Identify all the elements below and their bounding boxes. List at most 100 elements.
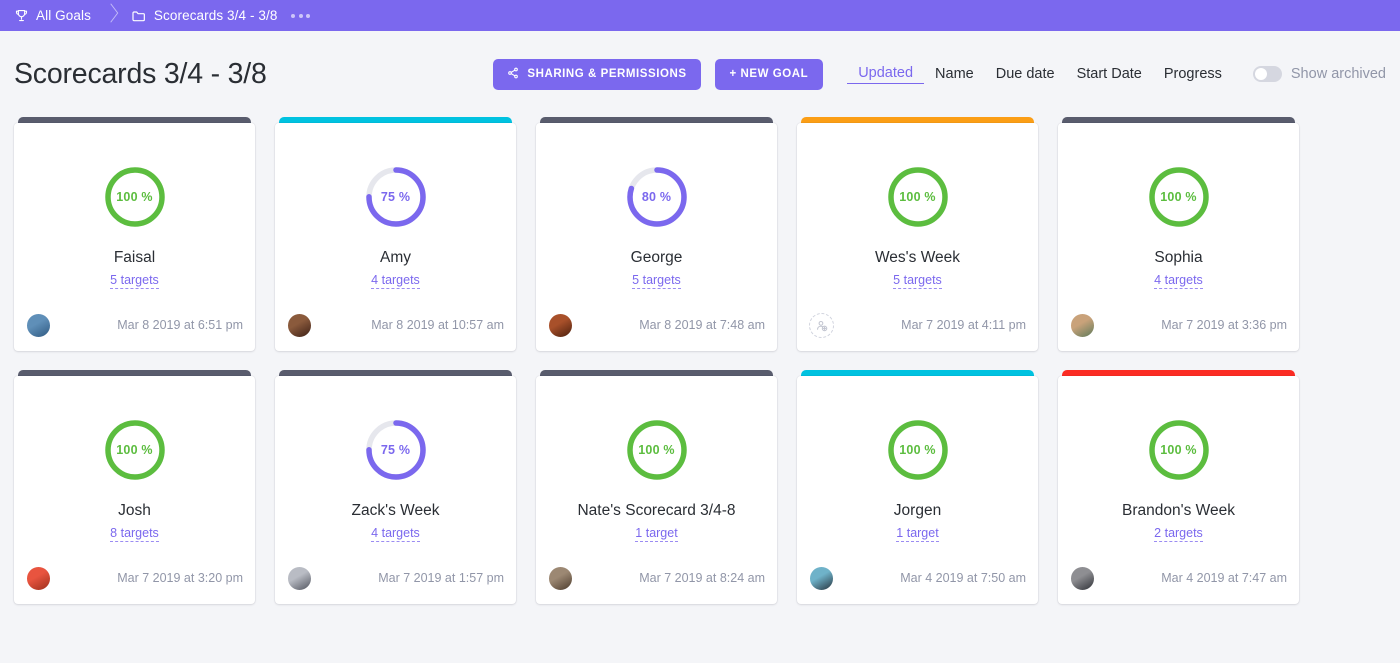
scorecard-card[interactable]: 75 % Zack's Week 4 targets Mar 7 2019 at…	[275, 370, 516, 604]
card-title: Amy	[380, 249, 411, 266]
avatar[interactable]	[287, 565, 312, 591]
avatar[interactable]	[548, 312, 573, 338]
avatar[interactable]	[26, 565, 51, 591]
progress-ring: 100 %	[1147, 418, 1211, 482]
card-targets-link[interactable]: 2 targets	[1154, 526, 1203, 542]
scorecard-card[interactable]: 100 % Brandon's Week 2 targets Mar 4 201…	[1058, 370, 1299, 604]
card-footer: Mar 4 2019 at 7:47 am	[1058, 552, 1299, 604]
scorecard-card[interactable]: 100 % Sophia 4 targets Mar 7 2019 at 3:3…	[1058, 117, 1299, 351]
sort-option-updated[interactable]: Updated	[847, 65, 925, 84]
progress-ring-label: 100 %	[1160, 190, 1197, 204]
progress-ring-label: 75 %	[380, 443, 411, 457]
card-title: Zack's Week	[351, 502, 440, 519]
card-body: 100 % Brandon's Week 2 targets Mar 4 201…	[1058, 376, 1299, 604]
card-targets-link[interactable]: 5 targets	[893, 273, 942, 289]
progress-ring: 100 %	[625, 418, 689, 482]
progress-ring-label: 100 %	[899, 190, 936, 204]
card-updated-date: Mar 7 2019 at 8:24 am	[639, 571, 765, 585]
card-body: 80 % George 5 targets Mar 8 2019 at 7:48…	[536, 123, 777, 351]
card-targets-link[interactable]: 4 targets	[371, 273, 420, 289]
avatar[interactable]	[26, 312, 51, 338]
sort-option-start-date[interactable]: Start Date	[1066, 66, 1153, 82]
card-updated-date: Mar 7 2019 at 1:57 pm	[378, 571, 504, 585]
card-updated-date: Mar 8 2019 at 10:57 am	[371, 318, 504, 332]
avatar[interactable]	[1070, 312, 1095, 338]
share-icon	[507, 67, 519, 82]
avatar-stack	[548, 312, 573, 338]
progress-ring-label: 100 %	[116, 443, 153, 457]
avatar-stack	[26, 312, 67, 338]
avatar[interactable]	[548, 565, 573, 591]
progress-ring: 100 %	[1147, 165, 1211, 229]
progress-ring-label: 100 %	[1160, 443, 1197, 457]
card-footer: Mar 7 2019 at 4:11 pm	[797, 299, 1038, 351]
scorecard-card[interactable]: 100 % Faisal 5 targets Mar 8 2019 at 6:5…	[14, 117, 255, 351]
card-targets-link[interactable]: 1 target	[896, 526, 939, 542]
card-body: 100 % Faisal 5 targets Mar 8 2019 at 6:5…	[14, 123, 255, 351]
new-goal-label: + NEW GOAL	[729, 68, 809, 80]
breadcrumb-item-folder[interactable]: Scorecards 3/4 - 3/8	[131, 0, 278, 31]
card-footer: Mar 8 2019 at 6:51 pm	[14, 299, 255, 351]
progress-ring: 100 %	[886, 418, 950, 482]
progress-ring-label: 80 %	[641, 190, 672, 204]
card-footer: Mar 7 2019 at 3:20 pm	[14, 552, 255, 604]
card-targets-link[interactable]: 5 targets	[110, 273, 159, 289]
scorecard-card[interactable]: 75 % Amy 4 targets Mar 8 2019 at 10:57 a…	[275, 117, 516, 351]
card-targets-link[interactable]: 8 targets	[110, 526, 159, 542]
card-updated-date: Mar 8 2019 at 7:48 am	[639, 318, 765, 332]
card-footer: Mar 7 2019 at 8:24 am	[536, 552, 777, 604]
progress-ring: 100 %	[103, 418, 167, 482]
card-targets-link[interactable]: 4 targets	[1154, 273, 1203, 289]
sort-option-name[interactable]: Name	[924, 66, 985, 82]
page-title: Scorecards 3/4 - 3/8	[14, 57, 267, 90]
card-updated-date: Mar 7 2019 at 3:36 pm	[1161, 318, 1287, 332]
add-assignee-icon[interactable]	[809, 312, 834, 338]
scorecard-card[interactable]: 100 % Nate's Scorecard 3/4-8 1 target Ma…	[536, 370, 777, 604]
avatar[interactable]	[1070, 565, 1095, 591]
show-archived-switch[interactable]	[1252, 66, 1282, 82]
trophy-icon	[14, 8, 29, 23]
scorecard-card[interactable]: 100 % Josh 8 targets Mar 7 2019 at 3:20 …	[14, 370, 255, 604]
page-header: Scorecards 3/4 - 3/8 SHARING & PERMISSIO…	[0, 31, 1400, 117]
card-footer: Mar 7 2019 at 1:57 pm	[275, 552, 516, 604]
show-archived-label: Show archived	[1290, 66, 1386, 82]
show-archived-toggle[interactable]: Show archived	[1252, 66, 1386, 82]
sort-option-due-date[interactable]: Due date	[985, 66, 1066, 82]
progress-ring: 100 %	[103, 165, 167, 229]
card-title: Josh	[118, 502, 151, 519]
sharing-permissions-button[interactable]: SHARING & PERMISSIONS	[493, 58, 701, 90]
breadcrumb-item-all-goals[interactable]: All Goals	[14, 0, 91, 31]
card-title: Brandon's Week	[1122, 502, 1235, 519]
progress-ring-label: 100 %	[899, 443, 936, 457]
card-title: Sophia	[1154, 249, 1203, 266]
progress-ring: 75 %	[364, 165, 428, 229]
card-targets-link[interactable]: 5 targets	[632, 273, 681, 289]
sort-option-progress[interactable]: Progress	[1153, 66, 1233, 82]
avatar[interactable]	[809, 565, 834, 591]
progress-ring: 80 %	[625, 165, 689, 229]
avatar-stack	[809, 565, 834, 591]
sort-options: Updated Name Due date Start Date Progres…	[847, 65, 1233, 84]
avatar-stack	[1070, 565, 1095, 591]
scorecard-card[interactable]: 100 % Wes's Week 5 targets Mar 7 2019 at…	[797, 117, 1038, 351]
scorecard-grid: 100 % Faisal 5 targets Mar 8 2019 at 6:5…	[0, 117, 1400, 604]
more-dots-icon[interactable]	[291, 13, 311, 18]
card-targets-link[interactable]: 1 target	[635, 526, 678, 542]
avatar-stack	[287, 565, 312, 591]
card-body: 100 % Nate's Scorecard 3/4-8 1 target Ma…	[536, 376, 777, 604]
progress-ring-label: 100 %	[638, 443, 675, 457]
card-body: 100 % Jorgen 1 target Mar 4 2019 at 7:50…	[797, 376, 1038, 604]
card-body: 75 % Zack's Week 4 targets Mar 7 2019 at…	[275, 376, 516, 604]
card-title: Nate's Scorecard 3/4-8	[577, 502, 736, 519]
scorecard-card[interactable]: 100 % Jorgen 1 target Mar 4 2019 at 7:50…	[797, 370, 1038, 604]
scorecard-card[interactable]: 80 % George 5 targets Mar 8 2019 at 7:48…	[536, 117, 777, 351]
progress-ring: 100 %	[886, 165, 950, 229]
avatar[interactable]	[287, 312, 312, 338]
card-targets-link[interactable]: 4 targets	[371, 526, 420, 542]
header-actions: SHARING & PERMISSIONS + NEW GOAL Updated…	[493, 58, 1386, 90]
folder-icon	[131, 8, 147, 24]
avatar-stack	[1070, 312, 1095, 338]
new-goal-button[interactable]: + NEW GOAL	[714, 58, 824, 90]
breadcrumb-separator-icon	[99, 0, 129, 31]
card-footer: Mar 8 2019 at 7:48 am	[536, 299, 777, 351]
